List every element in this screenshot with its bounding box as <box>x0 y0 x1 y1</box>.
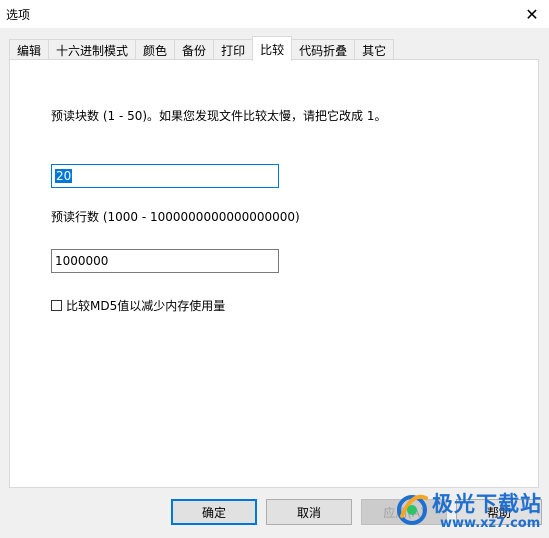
cancel-button[interactable]: 取消 <box>266 499 352 525</box>
preread-lines-input[interactable]: 1000000 <box>51 249 279 273</box>
compare-tab-panel: 预读块数 (1 - 50)。如果您发现文件比较太慢，请把它改成 1。 20 预读… <box>9 59 539 488</box>
md5-checkbox-row[interactable]: 比较MD5值以减少内存使用量 <box>51 297 225 314</box>
preread-lines-value: 1000000 <box>55 254 109 268</box>
title-bar: 选项 ✕ <box>0 0 549 28</box>
window-title: 选项 <box>6 8 31 22</box>
tab-colors[interactable]: 颜色 <box>135 39 176 60</box>
apply-button[interactable]: 应用(A) <box>361 499 447 525</box>
md5-checkbox[interactable] <box>51 300 62 311</box>
tab-edit[interactable]: 编辑 <box>9 39 50 60</box>
tab-backup[interactable]: 备份 <box>174 39 215 60</box>
help-button[interactable]: 帮助 <box>456 499 542 525</box>
tab-hex-mode[interactable]: 十六进制模式 <box>48 39 137 60</box>
preread-blocks-input[interactable]: 20 <box>51 164 279 188</box>
close-icon[interactable]: ✕ <box>515 0 549 28</box>
tab-print[interactable]: 打印 <box>213 39 254 60</box>
tab-other[interactable]: 其它 <box>354 39 395 60</box>
tab-compare[interactable]: 比较 <box>252 36 293 61</box>
tab-code-folding[interactable]: 代码折叠 <box>291 39 356 60</box>
preread-blocks-value: 20 <box>55 169 73 183</box>
preread-blocks-label: 预读块数 (1 - 50)。如果您发现文件比较太慢，请把它改成 1。 <box>51 109 387 123</box>
ok-button[interactable]: 确定 <box>171 499 257 525</box>
preread-lines-label: 预读行数 (1000 - 1000000000000000000) <box>51 210 300 224</box>
tab-strip: 编辑 十六进制模式 颜色 备份 打印 比较 代码折叠 其它 <box>9 36 395 61</box>
md5-checkbox-label: 比较MD5值以减少内存使用量 <box>66 299 226 313</box>
